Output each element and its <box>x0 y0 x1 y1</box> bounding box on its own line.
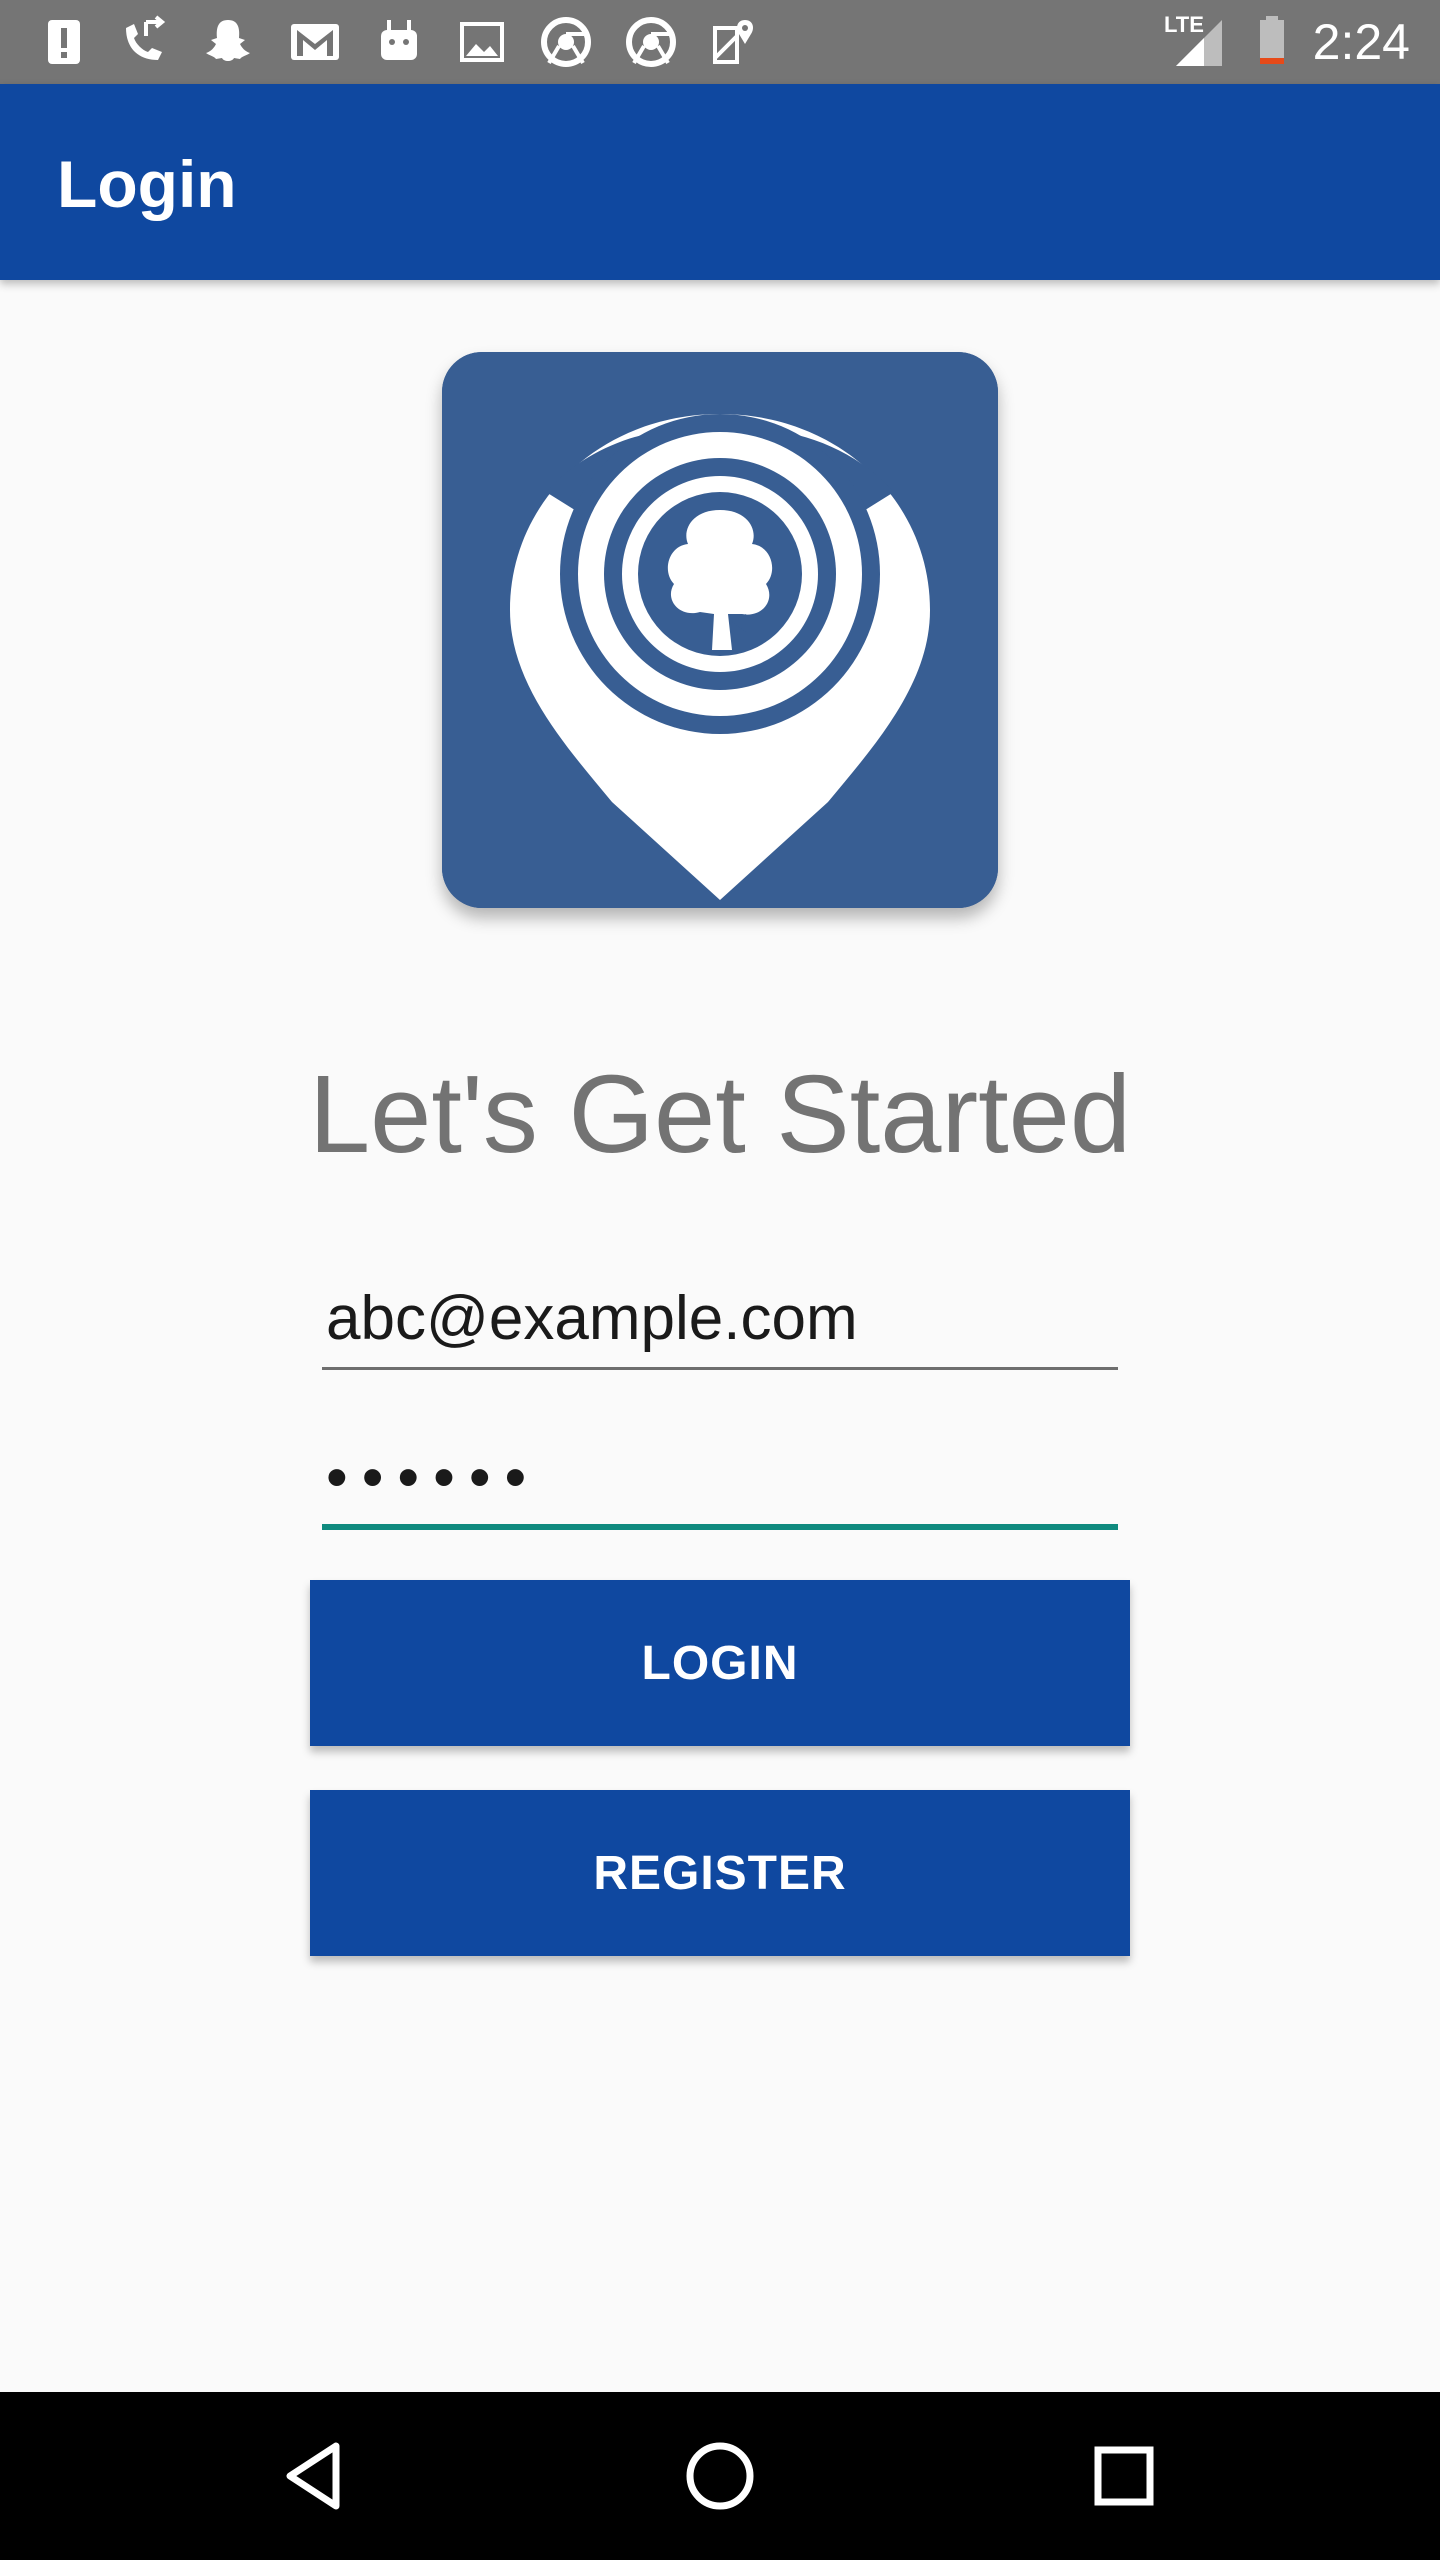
gmail-icon <box>287 14 343 70</box>
page-title: Login <box>57 147 237 221</box>
home-icon[interactable] <box>680 2436 760 2516</box>
navigation-bar <box>0 2392 1440 2560</box>
back-icon[interactable] <box>276 2436 356 2516</box>
login-button[interactable]: LOGIN <box>310 1580 1130 1746</box>
welcome-heading: Let's Get Started <box>309 1053 1131 1176</box>
register-button[interactable]: REGISTER <box>310 1790 1130 1956</box>
chrome-icon <box>538 14 594 70</box>
password-field[interactable] <box>322 1430 1118 1530</box>
chrome-icon <box>623 14 679 70</box>
app-bar: Login <box>0 84 1440 280</box>
alert-icon <box>36 14 92 70</box>
android-icon <box>371 14 427 70</box>
recents-icon[interactable] <box>1084 2436 1164 2516</box>
maps-icon <box>707 14 763 70</box>
tree-location-pin-logo <box>442 352 998 908</box>
call-forward-icon <box>116 14 172 70</box>
status-time: 2:24 <box>1312 14 1410 70</box>
battery-icon <box>1244 14 1300 70</box>
email-field[interactable] <box>322 1270 1118 1370</box>
snapchat-icon <box>200 14 256 70</box>
status-bar: LTE 2:24 <box>0 0 1440 84</box>
signal-icon <box>1170 14 1226 70</box>
image-icon <box>454 14 510 70</box>
app-logo <box>442 352 998 908</box>
